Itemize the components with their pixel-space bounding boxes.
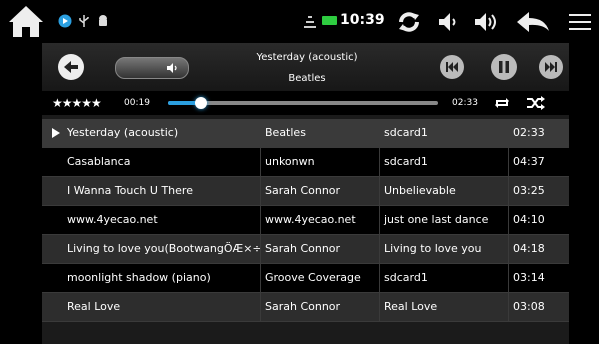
scrollbar-area[interactable] <box>569 43 599 344</box>
progress-row: ★★★★★ 00:19 02:33 <box>42 91 569 115</box>
track-album: sdcard1 <box>379 148 509 176</box>
menu-icon[interactable] <box>566 6 594 38</box>
track-length: 03:14 <box>508 264 574 292</box>
now-playing-indicator-icon <box>52 128 60 138</box>
track-title-text: Living to love you(BootwangÖÆ×÷) <box>67 242 260 255</box>
seek-bar[interactable] <box>168 97 438 109</box>
volume-down-icon[interactable] <box>434 6 464 38</box>
table-row[interactable]: Casablanca unkonwn sdcard1 04:37 <box>42 148 569 177</box>
track-title: moonlight shadow (piano) <box>52 264 260 292</box>
track-title: Real Love <box>52 293 260 321</box>
track-title: Yesterday (acoustic) <box>52 119 260 147</box>
battery-icon <box>322 16 337 25</box>
table-row[interactable]: www.4yecao.net www.4yecao.net just one las… <box>42 206 569 235</box>
now-playing-artist: Beatles <box>288 73 326 84</box>
track-title-text: Casablanca <box>67 155 131 168</box>
previous-track-button[interactable] <box>440 55 464 79</box>
table-row[interactable]: I Wanna Touch U There Sarah Connor Unbelie… <box>42 177 569 206</box>
current-time: 00:19 <box>124 98 150 108</box>
track-artist: Groove Coverage <box>260 264 384 292</box>
track-album: Real Love <box>379 293 509 321</box>
android-icon <box>96 14 110 28</box>
track-title-text: Yesterday (acoustic) <box>67 126 179 139</box>
usb-icon <box>77 14 91 28</box>
track-title: Living to love you(BootwangÖÆ×÷) <box>52 235 260 263</box>
home-icon[interactable] <box>6 4 46 40</box>
track-artist: Sarah Connor <box>260 293 384 321</box>
table-row[interactable]: Real Love Sarah Connor Real Love 03:08 <box>42 293 569 322</box>
track-title: Casablanca <box>52 148 260 176</box>
track-album: just one last dance <box>379 206 509 234</box>
table-row[interactable]: moonlight shadow (piano) Groove Coverage s… <box>42 264 569 293</box>
table-row[interactable]: Yesterday (acoustic) Beatles sdcard1 02:33 <box>42 119 569 148</box>
repeat-icon[interactable] <box>493 95 511 111</box>
speaker-icon <box>166 60 180 74</box>
track-length: 02:33 <box>508 119 574 147</box>
shuffle-icon[interactable] <box>526 95 545 111</box>
track-artist: Sarah Connor <box>260 177 384 205</box>
back-arrow-button[interactable] <box>58 54 84 80</box>
track-artist: www.4yecao.net <box>260 206 384 234</box>
seek-handle[interactable] <box>195 97 208 109</box>
playlist-table: Yesterday (acoustic) Beatles sdcard1 02:33 C… <box>42 119 569 322</box>
sync-icon[interactable] <box>394 6 424 38</box>
track-length: 04:18 <box>508 235 574 263</box>
track-artist: Beatles <box>260 119 384 147</box>
clock: 10:39 <box>340 12 385 28</box>
track-title-text: Real Love <box>67 300 121 313</box>
notification-icons <box>58 12 110 30</box>
track-album: Living to love you <box>379 235 509 263</box>
next-track-button[interactable] <box>539 55 563 79</box>
track-title: I Wanna Touch U There <box>52 177 260 205</box>
track-album: Unbelievable <box>379 177 509 205</box>
track-title-text: www.4yecao.net <box>67 213 158 226</box>
play-circle-icon <box>58 14 72 28</box>
music-player-panel: Yesterday (acoustic) Beatles ★★★★★ 00:19… <box>42 43 569 344</box>
rating-stars[interactable]: ★★★★★ <box>52 96 102 110</box>
track-album: sdcard1 <box>379 119 509 147</box>
status-bar: 10:39 <box>0 0 599 43</box>
volume-slider[interactable] <box>115 57 189 79</box>
duration-time: 02:33 <box>452 98 478 108</box>
table-row[interactable]: Living to love you(BootwangÖÆ×÷) Sarah Co… <box>42 235 569 264</box>
track-title: www.4yecao.net <box>52 206 260 234</box>
track-title-text: I Wanna Touch U There <box>67 184 193 197</box>
track-length: 04:10 <box>508 206 574 234</box>
track-length: 03:08 <box>508 293 574 321</box>
track-artist: Sarah Connor <box>260 235 384 263</box>
volume-up-icon[interactable] <box>472 6 506 38</box>
track-artist: unkonwn <box>260 148 384 176</box>
track-title-text: moonlight shadow (piano) <box>67 271 211 284</box>
track-length: 03:25 <box>508 177 574 205</box>
back-icon[interactable] <box>515 6 551 38</box>
signal-icon <box>302 12 318 30</box>
track-length: 04:37 <box>508 148 574 176</box>
now-playing-title: Yesterday (acoustic) <box>256 52 358 63</box>
pause-button[interactable] <box>491 54 517 80</box>
track-album: sdcard1 <box>379 264 509 292</box>
player-controls: Yesterday (acoustic) Beatles <box>42 43 569 91</box>
